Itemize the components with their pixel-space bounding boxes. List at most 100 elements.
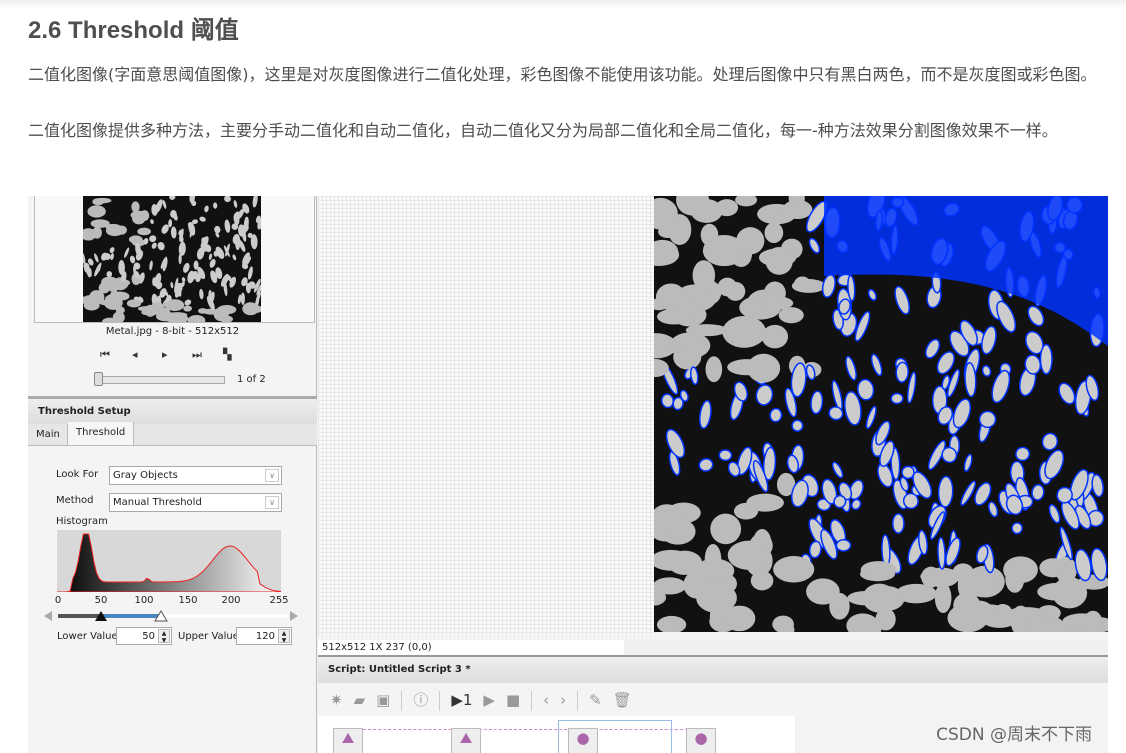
script-step-threshold-2[interactable]: ● bbox=[686, 728, 716, 753]
bright-particle bbox=[835, 538, 852, 552]
script-step-threshold[interactable]: ● bbox=[568, 728, 598, 753]
gray-region bbox=[727, 359, 767, 376]
gray-region bbox=[103, 295, 123, 310]
upper-value-label: Upper Value bbox=[178, 631, 239, 642]
chevron-down-icon: ∨ bbox=[265, 496, 279, 509]
gray-region bbox=[685, 324, 728, 337]
gray-region bbox=[131, 201, 140, 213]
gray-region bbox=[1006, 607, 1047, 621]
status-bar: 512x512 1X 237 (0,0) bbox=[318, 640, 1108, 655]
spinner-arrows-icon[interactable]: ▲ ▼ bbox=[278, 629, 290, 644]
previous-step-icon[interactable]: ‹ bbox=[543, 691, 549, 709]
histogram-label: Histogram bbox=[56, 516, 108, 527]
gray-region bbox=[132, 212, 146, 225]
prev-icon[interactable]: ◂ bbox=[132, 348, 138, 361]
spinner-arrows-icon[interactable]: ▲ ▼ bbox=[158, 629, 170, 644]
edit-pencil-icon[interactable]: ✎ bbox=[589, 691, 602, 709]
histogram-tick: 0 bbox=[54, 595, 62, 606]
top-divider bbox=[0, 0, 1126, 8]
run-once-icon[interactable]: ▶1 bbox=[451, 691, 472, 709]
page-slider-handle[interactable] bbox=[94, 372, 103, 386]
upper-value: 120 bbox=[255, 631, 275, 642]
gray-region bbox=[657, 308, 692, 325]
new-icon[interactable]: ✷ bbox=[330, 691, 343, 709]
gray-region bbox=[165, 299, 185, 311]
stop-icon[interactable]: ■ bbox=[506, 691, 520, 709]
script-steps-area: ⛰ ⛰ ● ● bbox=[318, 716, 795, 753]
thumbnail-image[interactable] bbox=[83, 196, 261, 322]
gray-region bbox=[690, 199, 723, 223]
gray-region bbox=[710, 513, 742, 545]
next-step-icon[interactable]: › bbox=[560, 691, 566, 709]
gray-region bbox=[116, 225, 127, 235]
range-slider[interactable] bbox=[44, 609, 298, 623]
app-screenshot: Metal.jpg - 8-bit - 512x512 ⏮ ◂ ▸ ⏭ ▚ 1 … bbox=[28, 196, 1108, 753]
look-for-value: Gray Objects bbox=[113, 470, 178, 481]
gray-region bbox=[213, 307, 229, 322]
gray-region bbox=[700, 223, 719, 247]
gray-region bbox=[765, 247, 793, 275]
range-left-arrow[interactable] bbox=[44, 611, 52, 621]
bright-particle bbox=[895, 361, 909, 383]
gray-region bbox=[683, 570, 711, 599]
gray-region bbox=[921, 566, 941, 588]
section-heading: 2.6 Threshold 阈值 bbox=[28, 17, 239, 44]
next-icon[interactable]: ▸ bbox=[162, 348, 168, 361]
gray-region bbox=[183, 305, 192, 312]
bright-particle bbox=[890, 392, 904, 405]
gray-region bbox=[952, 563, 974, 581]
gray-region bbox=[860, 561, 897, 579]
lower-value-label: Lower Value bbox=[57, 631, 118, 642]
gray-region bbox=[778, 307, 804, 324]
gray-region bbox=[782, 199, 813, 220]
gray-region bbox=[791, 279, 826, 293]
gray-region bbox=[101, 276, 119, 288]
trash-icon[interactable]: 🗑 bbox=[613, 691, 632, 709]
divider bbox=[531, 690, 533, 711]
gray-region bbox=[137, 227, 151, 236]
open-folder-icon[interactable]: ▰ bbox=[354, 691, 366, 709]
histogram-tick: 200 bbox=[221, 595, 241, 606]
divider bbox=[577, 690, 579, 711]
bright-particle bbox=[718, 449, 733, 462]
range-right-arrow[interactable] bbox=[290, 611, 298, 621]
divider bbox=[439, 690, 441, 711]
gray-region bbox=[725, 281, 746, 301]
gray-region bbox=[722, 315, 766, 348]
range-selected-track bbox=[101, 614, 161, 618]
gray-region bbox=[862, 583, 897, 613]
method-label: Method bbox=[56, 495, 94, 506]
gray-region bbox=[709, 602, 729, 631]
gray-region bbox=[1039, 558, 1067, 578]
script-step-extract[interactable]: ⛰ bbox=[451, 728, 481, 753]
method-select[interactable]: Manual Threshold ∨ bbox=[109, 493, 282, 512]
histogram-tick: 255 bbox=[269, 595, 289, 606]
gray-region bbox=[773, 556, 815, 583]
gray-region bbox=[736, 227, 765, 255]
comment-icon[interactable]: ⓘ bbox=[413, 689, 428, 710]
tab-threshold[interactable]: Threshold bbox=[68, 422, 134, 445]
first-icon[interactable]: ⏮ bbox=[100, 348, 110, 362]
status-text: 512x512 1X 237 (0,0) bbox=[322, 642, 432, 653]
save-icon[interactable]: ▣ bbox=[376, 691, 390, 709]
lower-value: 50 bbox=[142, 631, 155, 642]
script-toolbar: ✷ ▰ ▣ ⓘ ▶1 ▶ ■ ‹ › ✎ 🗑 bbox=[318, 684, 1108, 714]
page-slider[interactable] bbox=[98, 376, 225, 384]
run-icon[interactable]: ▶ bbox=[483, 691, 495, 709]
script-step-original-image[interactable]: ⛰ bbox=[333, 728, 363, 753]
thresholded-image[interactable] bbox=[654, 196, 1108, 632]
histogram-tick: 100 bbox=[134, 595, 154, 606]
last-icon[interactable]: ⏭ bbox=[192, 348, 202, 362]
layout-icon[interactable]: ▚ bbox=[223, 348, 231, 361]
page-indicator: 1 of 2 bbox=[237, 374, 266, 385]
gray-region bbox=[83, 300, 100, 311]
gray-region bbox=[1003, 556, 1038, 584]
bright-particle bbox=[937, 536, 946, 570]
look-for-select[interactable]: Gray Objects ∨ bbox=[109, 466, 282, 485]
tab-main[interactable]: Main bbox=[28, 424, 68, 446]
bright-particle bbox=[769, 407, 783, 423]
canvas-background bbox=[318, 196, 654, 636]
status-bar-right bbox=[624, 640, 1108, 655]
upper-value-input[interactable]: 120 ▲ ▼ bbox=[236, 627, 292, 645]
lower-value-input[interactable]: 50 ▲ ▼ bbox=[116, 627, 172, 645]
